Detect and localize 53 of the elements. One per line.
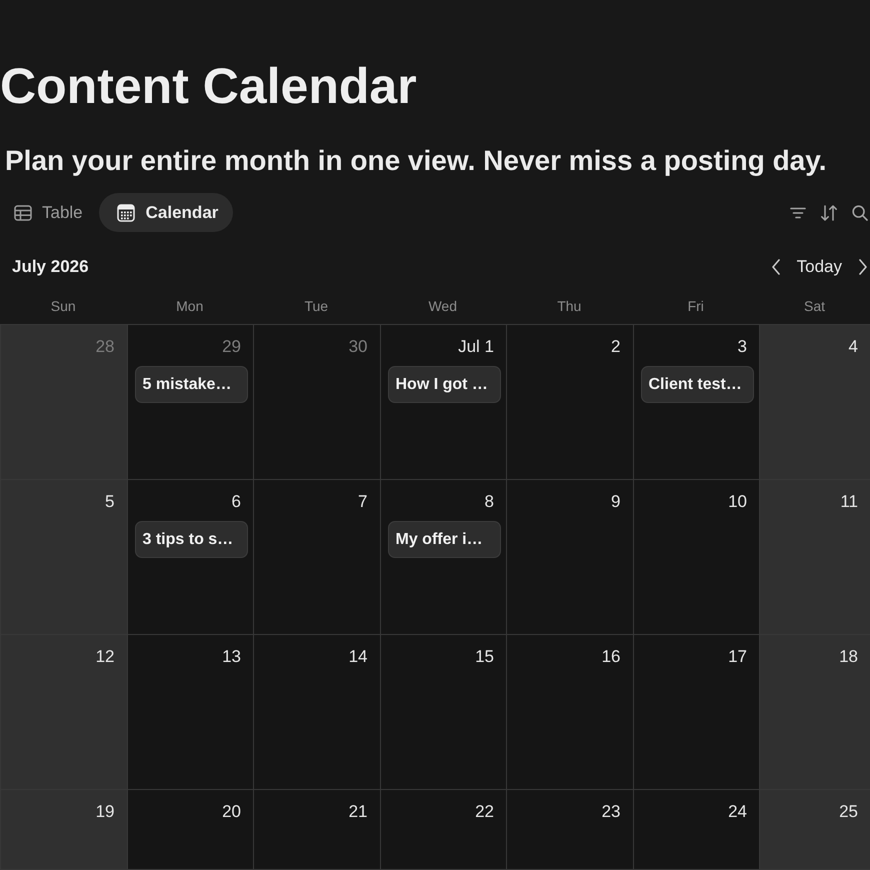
day-number: 29 [222, 337, 241, 357]
month-label: July 2026 [12, 257, 89, 277]
today-button[interactable]: Today [790, 255, 848, 279]
day-number: 24 [728, 802, 747, 822]
table-icon [14, 204, 32, 220]
weekday-label: Wed [428, 298, 458, 314]
weekday-label: Sat [804, 298, 825, 314]
chevron-left-icon[interactable] [770, 259, 781, 275]
day-number: 6 [232, 492, 241, 512]
day-number: 4 [848, 337, 858, 357]
day-number: 21 [348, 802, 368, 822]
weekday-label: Mon [176, 298, 204, 314]
day-number: 3 [738, 337, 747, 357]
event-card[interactable]: Client test… [640, 366, 754, 403]
event-card[interactable]: My offer i… [388, 521, 501, 558]
day-number: 2 [611, 337, 620, 357]
day-number: 25 [839, 802, 858, 822]
day-number: 19 [96, 802, 114, 822]
day-number: 15 [475, 647, 494, 667]
filter-icon[interactable] [790, 206, 806, 218]
weekday-label: Tue [304, 298, 328, 314]
day-number: 17 [728, 647, 747, 667]
day-number: 13 [222, 647, 241, 667]
day-number: 12 [96, 647, 114, 667]
day-number: 18 [839, 647, 858, 667]
event-card[interactable]: 5 mistake… [134, 366, 248, 403]
weekday-label: Sun [50, 298, 76, 314]
view-tab[interactable]: Table [0, 193, 99, 232]
page-title: Content Calendar [0, 57, 417, 116]
event-card[interactable]: 3 tips to s… [134, 521, 248, 558]
day-number: 23 [602, 802, 620, 822]
day-number: 22 [475, 802, 494, 822]
day-number: 9 [611, 492, 620, 512]
calendar-icon [116, 204, 135, 222]
day-number: 7 [358, 492, 368, 512]
day-number: 11 [840, 492, 858, 512]
day-number: 28 [96, 337, 114, 357]
event-card[interactable]: How I got … [388, 366, 501, 403]
search-icon[interactable] [852, 204, 868, 220]
day-number: Jul 1 [458, 337, 494, 357]
view-tab[interactable]: Calendar [98, 193, 234, 232]
sort-icon[interactable] [820, 204, 838, 220]
day-number: 5 [105, 492, 114, 512]
day-number: 8 [484, 492, 494, 512]
page-subtitle: Plan your entire month in one view. Never miss a posting day. [5, 144, 827, 178]
day-number: 30 [348, 337, 368, 357]
day-number: 14 [348, 647, 368, 667]
day-number: 10 [728, 492, 747, 512]
weekday-label: Thu [557, 298, 582, 314]
day-number: 20 [222, 802, 241, 822]
weekday-label: Fri [688, 298, 704, 314]
chevron-right-icon[interactable] [858, 259, 868, 275]
day-number: 16 [602, 647, 620, 667]
